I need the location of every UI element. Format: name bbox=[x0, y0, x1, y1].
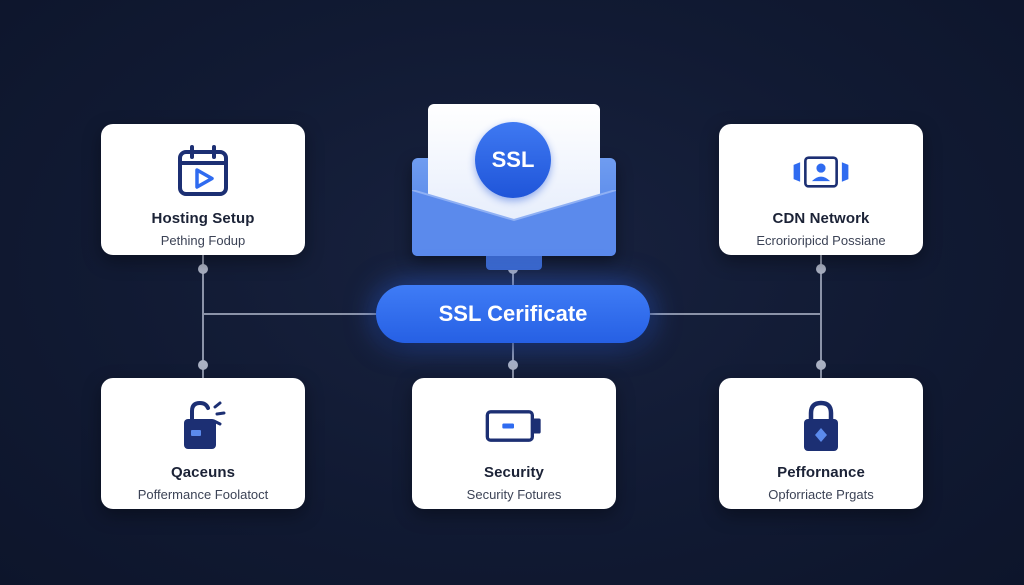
padlock-icon bbox=[791, 396, 851, 456]
connector-node bbox=[508, 360, 518, 370]
envelope-flap bbox=[412, 190, 616, 256]
unlocked-padlock-icon bbox=[173, 396, 233, 456]
card-qaceuns: Qaceuns Poffermance Foolatoct bbox=[101, 378, 305, 509]
ssl-monitor-illustration: SSL bbox=[412, 104, 616, 276]
connector-node bbox=[198, 360, 208, 370]
card-security: Security Security Fotures bbox=[412, 378, 616, 509]
ssl-badge: SSL bbox=[475, 122, 551, 198]
connector-node bbox=[816, 360, 826, 370]
card-subtitle: Ecrorioripicd Possiane bbox=[756, 233, 886, 248]
card-title: CDN Network bbox=[772, 210, 870, 227]
card-title: Hosting Setup bbox=[151, 210, 255, 227]
card-hosting-setup: Hosting Setup Pething Fodup bbox=[101, 124, 305, 255]
user-profile-icon bbox=[791, 142, 851, 202]
card-title: Qaceuns bbox=[170, 464, 236, 481]
calendar-play-icon bbox=[173, 142, 233, 202]
connector-node bbox=[198, 264, 208, 274]
card-subtitle: Opforriacte Prgats bbox=[768, 487, 874, 502]
card-subtitle: Pething Fodup bbox=[160, 233, 246, 248]
card-title: Peffornance bbox=[777, 464, 865, 481]
card-subtitle: Security Fotures bbox=[466, 487, 562, 502]
card-cdn-network: CDN Network Ecrorioripicd Possiane bbox=[719, 124, 923, 255]
card-subtitle: Poffermance Foolatoct bbox=[137, 487, 269, 502]
ssl-diagram: SSL SSL Cerificate Hosting Setup Pething… bbox=[0, 0, 1024, 585]
ssl-badge-label: SSL bbox=[491, 147, 535, 172]
ssl-certificate-label: SSL Cerificate bbox=[438, 301, 588, 326]
monitor-stand bbox=[486, 256, 542, 270]
card-title: Security bbox=[484, 464, 544, 481]
card-performance: Peffornance Opforriacte Prgats bbox=[719, 378, 923, 509]
battery-icon bbox=[484, 396, 544, 456]
ssl-certificate-pill: SSL Cerificate bbox=[376, 285, 650, 343]
connector-node bbox=[816, 264, 826, 274]
